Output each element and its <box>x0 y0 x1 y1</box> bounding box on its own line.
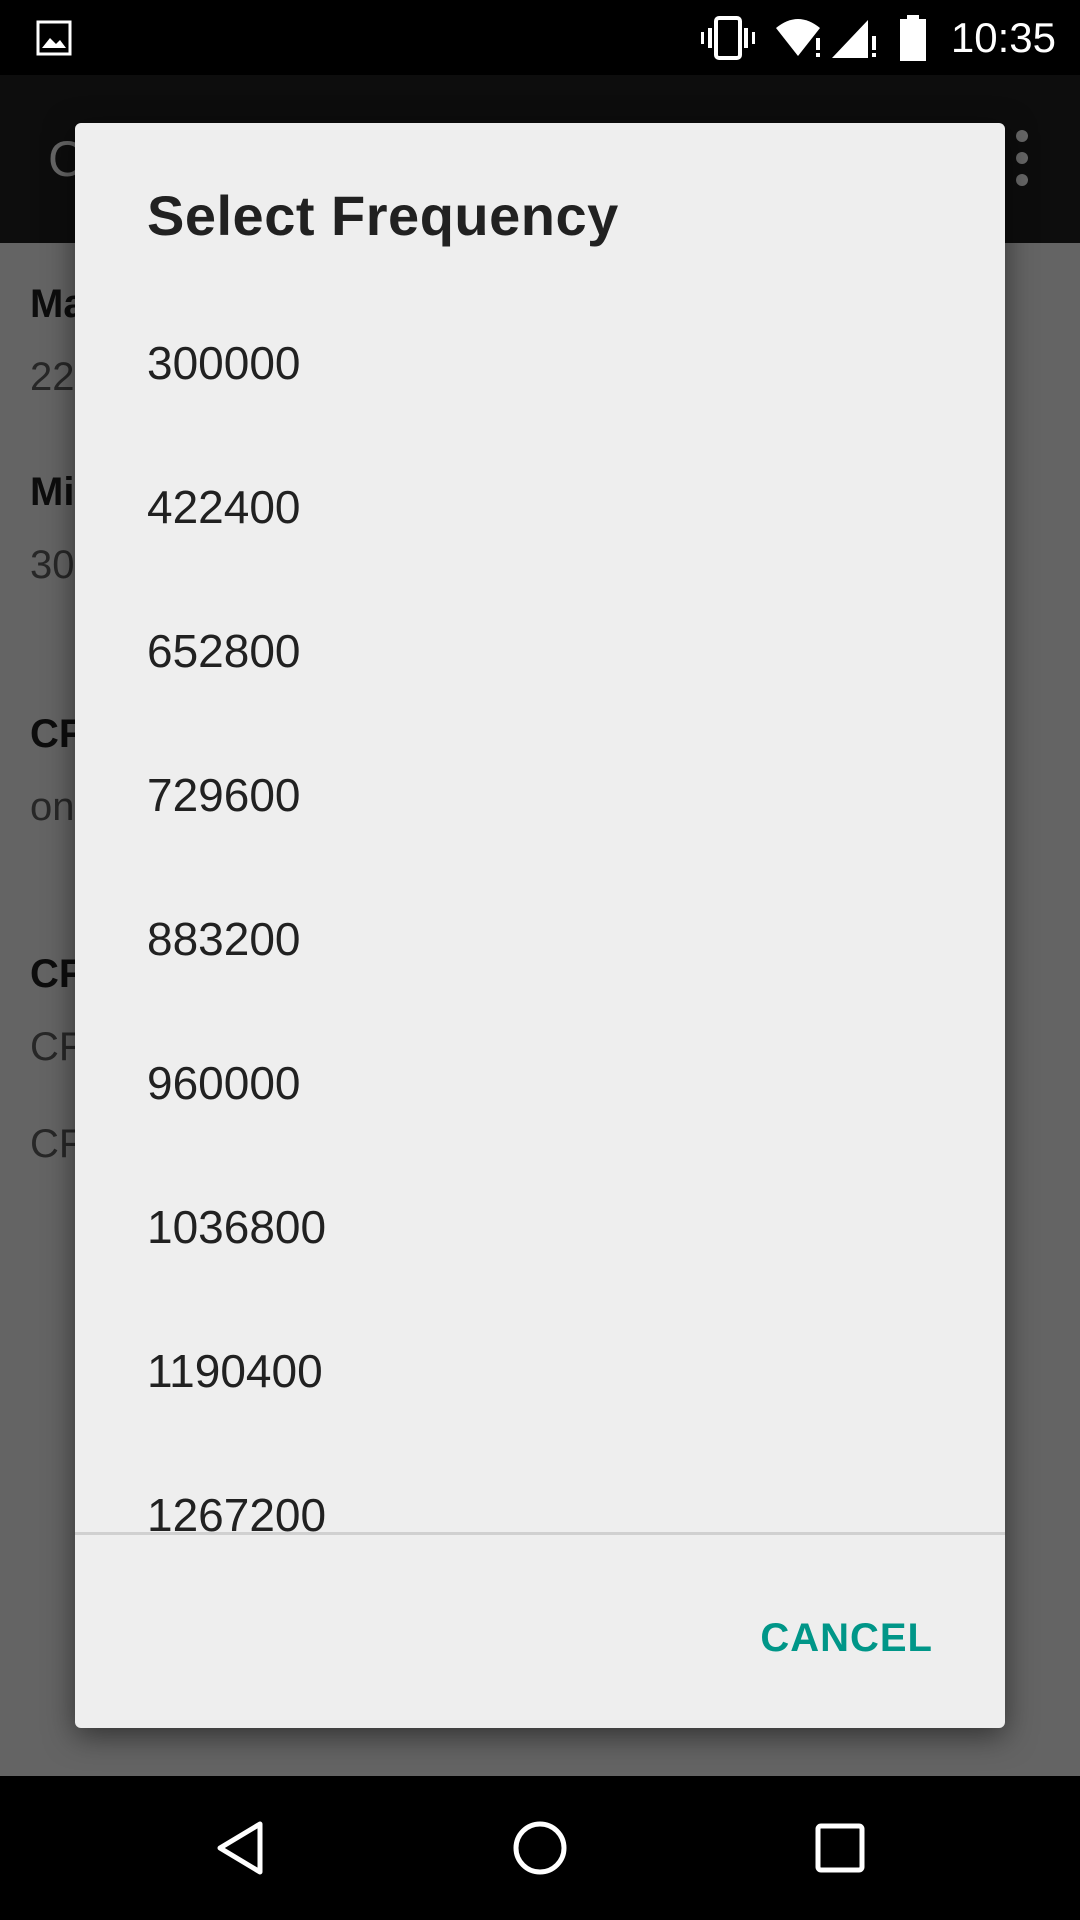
frequency-option[interactable]: 1036800 <box>75 1155 1005 1299</box>
frequency-option[interactable]: 652800 <box>75 579 1005 723</box>
battery-icon <box>898 0 928 75</box>
status-time: 10:35 <box>950 14 1056 61</box>
frequency-option[interactable]: 1267200 <box>75 1443 1005 1587</box>
dialog-divider <box>75 1532 1005 1535</box>
cancel-button[interactable]: CANCEL <box>740 1603 953 1673</box>
home-icon[interactable] <box>480 1776 600 1920</box>
vibrate-icon <box>700 0 756 75</box>
recents-icon[interactable] <box>780 1776 900 1920</box>
status-bar: 10:35 <box>0 0 1080 75</box>
frequency-option[interactable]: 1190400 <box>75 1299 1005 1443</box>
navigation-bar <box>0 1776 1080 1920</box>
frequency-list[interactable]: 300000 422400 652800 729600 883200 96000… <box>75 291 1005 1656</box>
image-notification-icon <box>36 0 72 75</box>
frequency-option[interactable]: 300000 <box>75 291 1005 435</box>
select-frequency-dialog: Select Frequency 300000 422400 652800 72… <box>75 123 1005 1728</box>
cell-signal-icon <box>830 0 878 75</box>
wifi-icon <box>774 0 824 75</box>
back-icon[interactable] <box>180 1776 300 1920</box>
dialog-title: Select Frequency <box>147 184 619 247</box>
frequency-option[interactable]: 729600 <box>75 723 1005 867</box>
frequency-option[interactable]: 422400 <box>75 435 1005 579</box>
frequency-option[interactable]: 883200 <box>75 867 1005 1011</box>
frequency-option[interactable]: 960000 <box>75 1011 1005 1155</box>
